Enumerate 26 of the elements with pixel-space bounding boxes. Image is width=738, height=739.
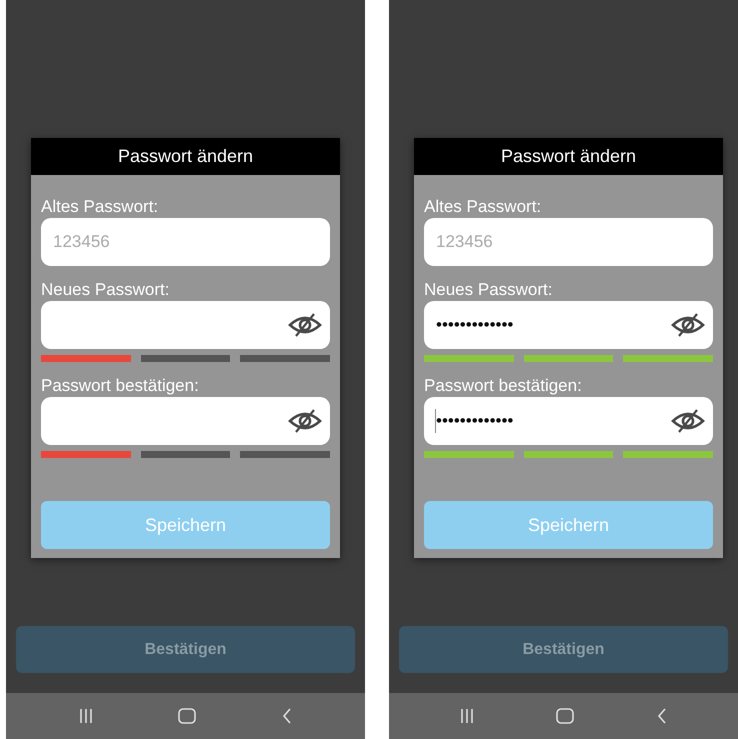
field-label: Passwort bestätigen: — [424, 375, 582, 397]
eye-slash-icon[interactable] — [671, 313, 705, 337]
eye-slash-icon[interactable] — [288, 313, 322, 337]
eye-slash-icon[interactable] — [671, 409, 705, 433]
recent-apps-icon[interactable] — [460, 708, 474, 724]
home-icon[interactable] — [178, 708, 196, 724]
dialog-title: Passwort ändern — [118, 146, 254, 167]
save-button[interactable]: Speichern — [424, 501, 713, 549]
back-icon[interactable] — [282, 708, 292, 724]
recent-apps-icon[interactable] — [78, 708, 93, 724]
field-label: Passwort bestätigen: — [41, 375, 199, 397]
password-field[interactable]: ••••••••••••• — [424, 397, 713, 445]
field-label: Neues Passwort: — [41, 279, 170, 301]
input-field[interactable]: 123456 — [424, 218, 713, 266]
dialog-title: Passwort ändern — [500, 146, 636, 167]
input-field[interactable]: 123456 — [41, 218, 330, 266]
password-field[interactable]: ••••••••••••• — [424, 301, 713, 349]
field-label: Neues Passwort: — [424, 279, 552, 301]
back-icon[interactable] — [656, 708, 667, 724]
save-button[interactable]: Speichern — [41, 501, 330, 549]
eye-slash-icon[interactable] — [288, 409, 322, 433]
home-icon[interactable] — [556, 708, 574, 724]
password-field[interactable] — [41, 301, 330, 349]
field-label: Altes Passwort: — [424, 196, 542, 218]
field-label: Altes Passwort: — [41, 196, 158, 218]
password-field[interactable] — [41, 397, 330, 445]
